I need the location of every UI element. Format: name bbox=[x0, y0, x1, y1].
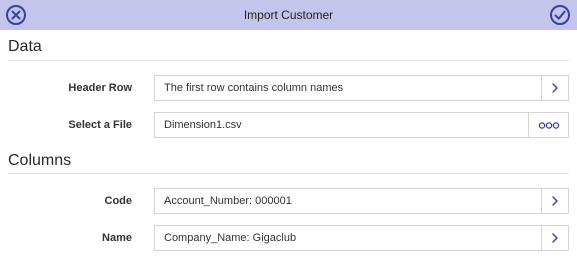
import-customer-dialog: Import Customer Data Header Row The firs… bbox=[0, 0, 577, 266]
header-row-expand-button[interactable] bbox=[541, 76, 568, 100]
confirm-button[interactable] bbox=[549, 4, 571, 26]
code-value: Account_Number: 000001 bbox=[164, 195, 292, 207]
select-file-value: Dimension1.csv bbox=[164, 119, 242, 131]
browse-file-button[interactable] bbox=[528, 113, 568, 137]
select-file-field[interactable]: Dimension1.csv bbox=[154, 112, 569, 138]
section-header-columns: Columns bbox=[8, 152, 72, 169]
chevron-right-icon bbox=[552, 233, 558, 243]
name-value: Company_Name: Gigaclub bbox=[164, 232, 297, 244]
header-row-label: Header Row bbox=[68, 82, 132, 94]
chevron-right-icon bbox=[552, 196, 558, 206]
section-divider bbox=[8, 173, 569, 174]
ellipsis-icon bbox=[538, 122, 559, 129]
name-expand-button[interactable] bbox=[541, 226, 568, 250]
code-expand-button[interactable] bbox=[541, 189, 568, 213]
name-field[interactable]: Company_Name: Gigaclub bbox=[154, 225, 569, 251]
select-file-label: Select a File bbox=[68, 119, 132, 131]
name-label: Name bbox=[102, 232, 132, 244]
header-row-field[interactable]: The first row contains column names bbox=[154, 75, 569, 101]
section-divider bbox=[8, 60, 569, 61]
dialog-titlebar: Import Customer bbox=[0, 0, 577, 30]
section-header-data: Data bbox=[8, 38, 42, 55]
check-circle-icon bbox=[550, 5, 570, 25]
code-field[interactable]: Account_Number: 000001 bbox=[154, 188, 569, 214]
chevron-right-icon bbox=[552, 83, 558, 93]
header-row-value: The first row contains column names bbox=[164, 82, 344, 94]
code-label: Code bbox=[104, 195, 133, 207]
dialog-title: Import Customer bbox=[243, 8, 334, 22]
